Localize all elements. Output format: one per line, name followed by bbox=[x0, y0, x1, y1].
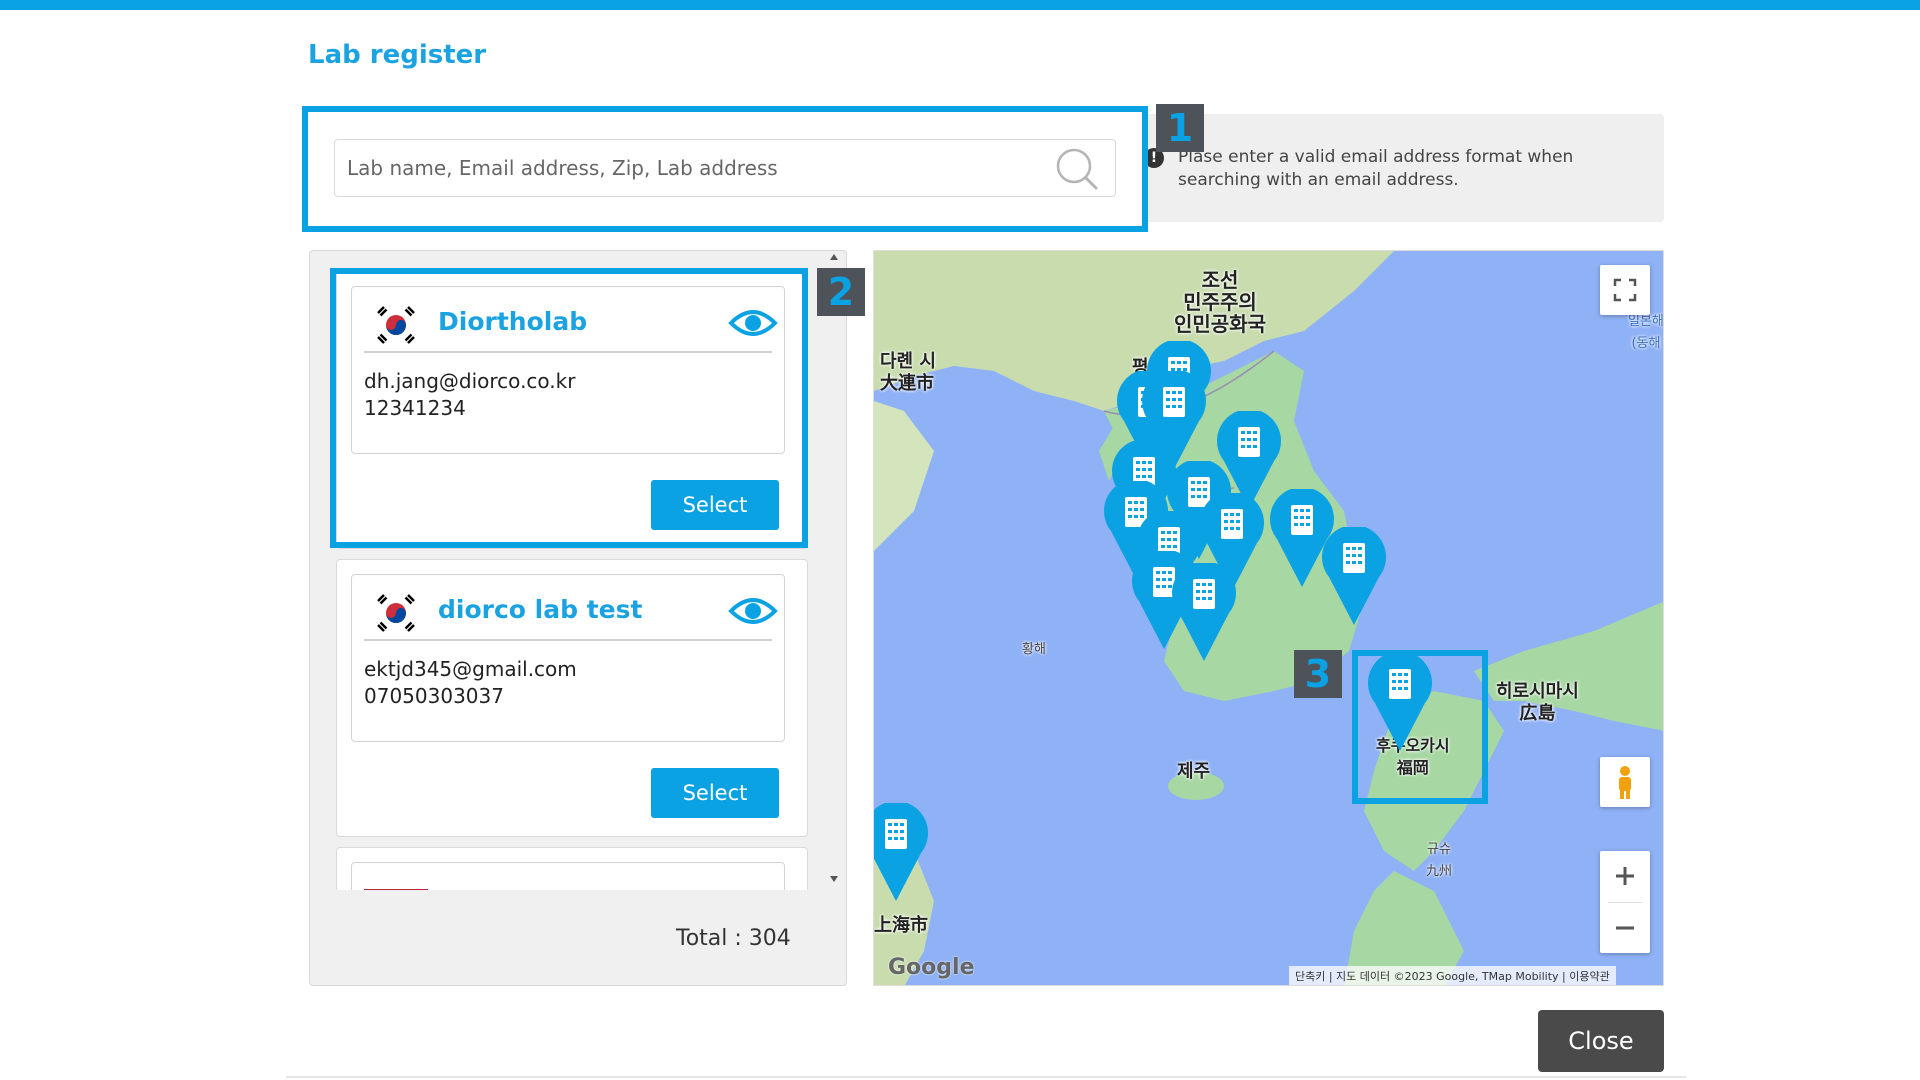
map-label-yellow-sea: 황해 bbox=[1022, 642, 1046, 657]
top-accent-bar bbox=[0, 0, 1920, 10]
scroll-up-arrow[interactable] bbox=[830, 254, 838, 260]
divider bbox=[364, 639, 772, 641]
lab-card-info: diorco lab test ektjd345@gmail.com 07050… bbox=[351, 574, 785, 742]
map-label-hiroshima: 히로시마시 広島 bbox=[1496, 681, 1579, 724]
map[interactable]: 조선 민주주의 인민공화국 다롄 시 大連市 평양 황해 제주 히로시마시 広島… bbox=[873, 250, 1664, 986]
page-title: Lab register bbox=[308, 40, 487, 70]
pegman-icon bbox=[1619, 766, 1631, 799]
map-label-japan-sea: 일본해 (동해 bbox=[1628, 314, 1664, 351]
callout-number-1: 1 bbox=[1156, 104, 1204, 152]
highlight-lab-card bbox=[330, 268, 808, 548]
map-label-dalian: 다롄 시 大連市 bbox=[880, 351, 936, 394]
lab-card-info bbox=[351, 862, 785, 890]
lab-name: diorco lab test bbox=[438, 595, 643, 624]
map-label-jeju: 제주 bbox=[1177, 761, 1211, 782]
lab-card bbox=[336, 847, 808, 890]
map-terrain bbox=[874, 251, 1663, 985]
map-label-kyushu: 규슈 九州 bbox=[1426, 842, 1453, 879]
lab-email: ektjd345@gmail.com bbox=[364, 657, 577, 681]
fullscreen-icon bbox=[1613, 278, 1637, 302]
lab-card: diorco lab test ektjd345@gmail.com 07050… bbox=[336, 559, 808, 837]
map-attribution[interactable]: 단축키 | 지도 데이터 ©2023 Google, TMap Mobility… bbox=[1289, 966, 1616, 985]
callout-number-3: 3 bbox=[1294, 650, 1342, 698]
highlight-search bbox=[302, 106, 1148, 232]
fullscreen-button[interactable] bbox=[1600, 265, 1650, 315]
map-label-north-korea: 조선 민주주의 인민공화국 bbox=[1174, 268, 1266, 336]
lab-location-pin[interactable] bbox=[873, 803, 931, 903]
highlight-map-pin bbox=[1352, 650, 1488, 804]
zoom-in-icon[interactable] bbox=[1600, 851, 1650, 901]
total-count: Total : 304 bbox=[676, 926, 791, 951]
close-button[interactable]: Close bbox=[1538, 1010, 1664, 1072]
select-button[interactable]: Select bbox=[651, 768, 779, 818]
street-view-button[interactable] bbox=[1600, 757, 1650, 807]
bottom-divider bbox=[286, 1076, 1686, 1078]
lab-location-pin[interactable] bbox=[1169, 563, 1239, 663]
eye-icon[interactable] bbox=[728, 591, 778, 631]
google-logo: Google bbox=[888, 955, 975, 980]
scroll-down-arrow[interactable] bbox=[830, 876, 838, 882]
lab-location-pin[interactable] bbox=[1319, 527, 1389, 627]
zoom-controls bbox=[1600, 851, 1650, 953]
search-tip-text: Plase enter a valid email address format… bbox=[1178, 147, 1574, 190]
zoom-out-icon[interactable] bbox=[1600, 903, 1650, 953]
lab-phone: 07050303037 bbox=[364, 684, 504, 708]
red-flag-icon bbox=[364, 889, 428, 890]
korea-flag-icon bbox=[374, 591, 418, 635]
callout-number-2: 2 bbox=[817, 268, 865, 316]
map-label-shanghai: 上海市 bbox=[874, 915, 928, 936]
